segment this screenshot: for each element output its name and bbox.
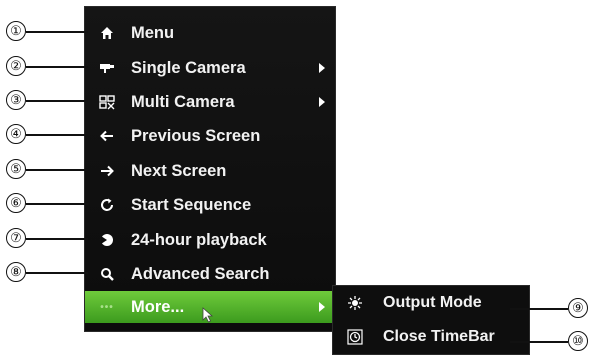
home-icon bbox=[97, 23, 117, 43]
menu-item-start-sequence[interactable]: Start Sequence bbox=[85, 189, 335, 221]
callout-6: ⑥ bbox=[6, 193, 26, 213]
menu-item-label: 24-hour playback bbox=[131, 230, 267, 249]
callout-9: ⑨ bbox=[568, 298, 588, 318]
menu-item-label: Single Camera bbox=[131, 58, 246, 77]
callout-1: ① bbox=[6, 21, 26, 41]
leader-line bbox=[26, 169, 88, 171]
leader-line bbox=[26, 238, 88, 240]
callout-3: ③ bbox=[6, 90, 26, 110]
multi-camera-icon bbox=[97, 92, 117, 112]
leader-line bbox=[26, 203, 88, 205]
mouse-cursor-icon bbox=[202, 307, 214, 323]
search-icon bbox=[97, 264, 117, 284]
callout-10: ⑩ bbox=[568, 331, 588, 351]
camera-icon bbox=[97, 58, 117, 78]
menu-item-label: More... bbox=[131, 297, 185, 316]
leader-line bbox=[26, 272, 88, 274]
leader-line bbox=[26, 100, 88, 102]
submenu-item-label: Close TimeBar bbox=[383, 328, 495, 345]
submenu-arrow-icon bbox=[319, 302, 325, 312]
submenu-arrow-icon bbox=[319, 63, 325, 73]
refresh-icon bbox=[97, 195, 117, 215]
menu-item-previous-screen[interactable]: Previous Screen bbox=[85, 120, 335, 152]
menu-item-label: Previous Screen bbox=[131, 126, 261, 145]
leader-line bbox=[510, 308, 568, 310]
arrow-left-icon bbox=[97, 126, 117, 146]
leader-line bbox=[26, 66, 88, 68]
more-submenu: Output Mode Close TimeBar bbox=[332, 285, 530, 355]
leader-line bbox=[26, 134, 88, 136]
arrow-right-icon bbox=[97, 161, 117, 181]
menu-item-menu[interactable]: Menu bbox=[85, 17, 335, 49]
menu-item-next-screen[interactable]: Next Screen bbox=[85, 155, 335, 187]
menu-item-label: Start Sequence bbox=[131, 195, 252, 214]
leader-line bbox=[26, 31, 88, 33]
menu-item-multi-camera[interactable]: Multi Camera bbox=[85, 86, 335, 118]
menu-item-label: Next Screen bbox=[131, 161, 227, 180]
context-menu: Menu Single Camera Multi Camera Previous… bbox=[84, 6, 336, 332]
callout-8: ⑧ bbox=[6, 262, 26, 282]
leader-line bbox=[510, 341, 568, 343]
menu-item-label: Advanced Search bbox=[131, 264, 270, 283]
menu-item-single-camera[interactable]: Single Camera bbox=[85, 52, 335, 84]
dots-icon: ••• bbox=[100, 301, 114, 313]
callout-5: ⑤ bbox=[6, 159, 26, 179]
callout-7: ⑦ bbox=[6, 228, 26, 248]
menu-item-24-hour-playback[interactable]: 24-hour playback bbox=[85, 224, 335, 256]
submenu-item-output-mode[interactable]: Output Mode bbox=[333, 286, 529, 320]
submenu-item-label: Output Mode bbox=[383, 294, 482, 311]
clock-icon bbox=[345, 327, 365, 347]
callout-4: ④ bbox=[6, 124, 26, 144]
menu-item-advanced-search[interactable]: Advanced Search bbox=[85, 258, 335, 290]
playback-icon bbox=[97, 230, 117, 250]
output-mode-icon bbox=[345, 293, 365, 313]
submenu-arrow-icon bbox=[319, 97, 325, 107]
submenu-item-close-timebar[interactable]: Close TimeBar bbox=[333, 320, 529, 354]
menu-item-label: Menu bbox=[131, 23, 175, 42]
callout-2: ② bbox=[6, 56, 26, 76]
menu-item-label: Multi Camera bbox=[131, 92, 235, 111]
